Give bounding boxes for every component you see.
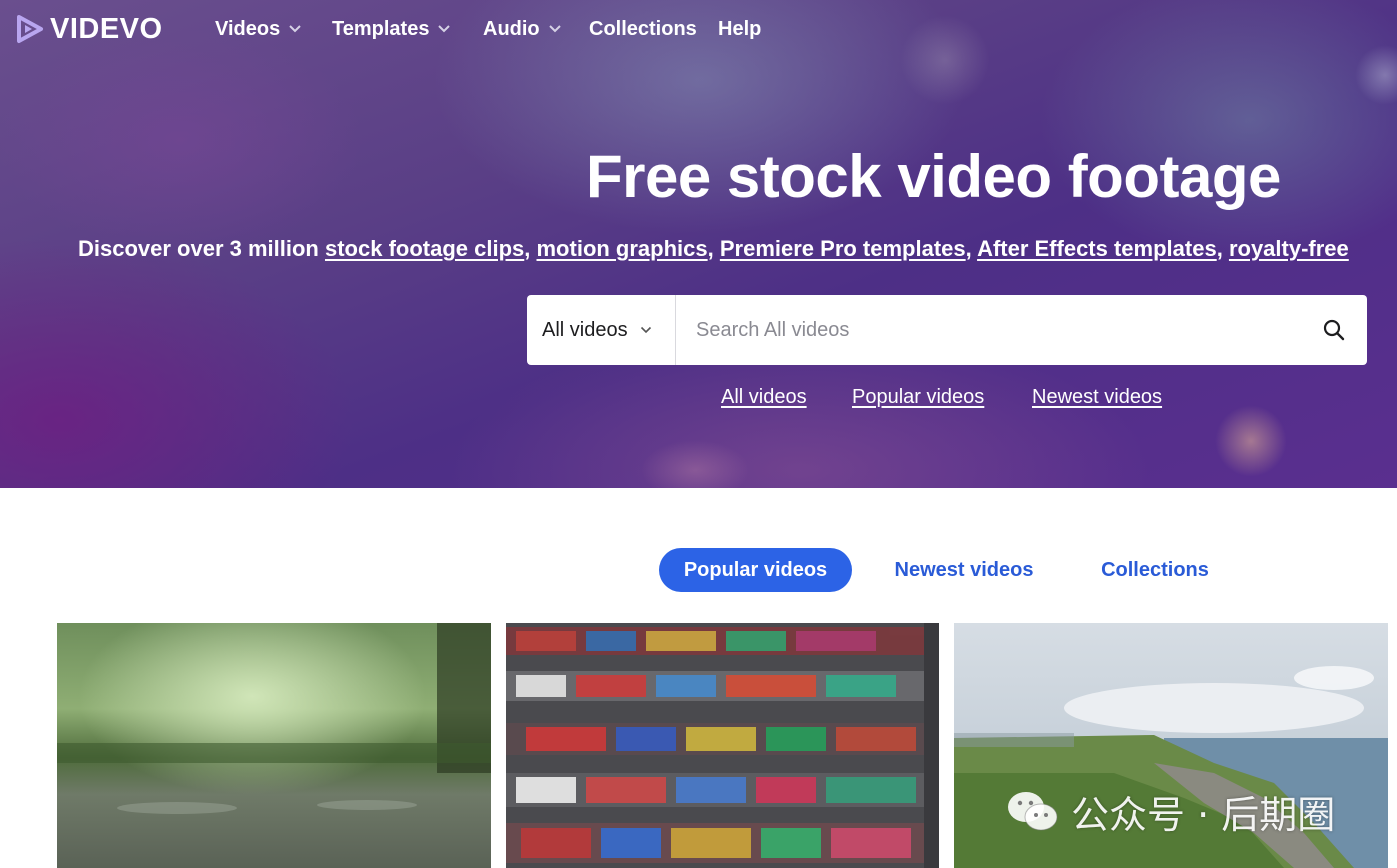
link-stock-footage-clips[interactable]: stock footage clips: [325, 236, 524, 261]
play-triangle-icon: [17, 15, 43, 43]
link-royalty-free[interactable]: royalty-free: [1229, 236, 1349, 261]
video-thumbnail: [506, 623, 939, 868]
chevron-down-icon: [289, 25, 301, 33]
video-card-shipping-containers[interactable]: [506, 623, 939, 868]
watermark: 公众号 · 后期圈: [1005, 786, 1336, 837]
nav-item-label: Help: [718, 17, 762, 40]
search-button[interactable]: [1301, 295, 1367, 365]
nav-item-templates[interactable]: Templates: [332, 16, 451, 42]
nav-item-videos[interactable]: Videos: [215, 16, 302, 42]
tab-newest-videos[interactable]: Newest videos: [878, 548, 1050, 592]
search-input[interactable]: [676, 297, 1301, 363]
top-nav: VIDEVO Videos Templates Audio Collection…: [0, 0, 1397, 58]
hero-banner: VIDEVO Videos Templates Audio Collection…: [0, 0, 1397, 488]
separator: ,: [1216, 236, 1229, 261]
bokeh-light: [640, 440, 750, 488]
subtitle-prefix: Discover over 3 million: [78, 236, 325, 261]
nav-item-audio[interactable]: Audio: [483, 16, 562, 42]
nav-item-label: Templates: [332, 17, 430, 40]
search-icon: [1323, 319, 1345, 341]
link-premiere-pro-templates[interactable]: Premiere Pro templates: [720, 236, 966, 261]
tab-collections[interactable]: Collections: [1088, 548, 1222, 592]
quick-link-popular-videos[interactable]: Popular videos: [852, 386, 984, 409]
tab-popular-videos[interactable]: Popular videos: [659, 548, 852, 592]
watermark-text: 公众号 · 后期圈: [1071, 792, 1336, 837]
hero-title: Free stock video footage: [586, 143, 1281, 210]
nav-item-collections[interactable]: Collections: [589, 16, 697, 42]
nav-item-label: Collections: [589, 17, 697, 40]
video-thumbnail: [57, 623, 491, 868]
chevron-down-icon: [438, 25, 451, 33]
quick-links: All videos Popular videos Newest videos: [0, 386, 1397, 416]
search-bar: All videos: [527, 295, 1367, 365]
video-card-rain-forest[interactable]: [57, 623, 491, 868]
quick-link-all-videos[interactable]: All videos: [721, 386, 807, 409]
hero-subtitle: Discover over 3 million stock footage cl…: [78, 235, 1397, 263]
quick-link-newest-videos[interactable]: Newest videos: [1032, 386, 1162, 409]
separator: ,: [524, 236, 537, 261]
search-category-label: All videos: [542, 318, 628, 341]
separator: ,: [965, 236, 978, 261]
chevron-down-icon: [640, 326, 651, 334]
wechat-icon: [1008, 792, 1058, 831]
link-after-effects-templates[interactable]: After Effects templates: [977, 236, 1217, 261]
nav-item-label: Audio: [483, 17, 540, 40]
chevron-down-icon: [548, 25, 561, 33]
logo-text: VIDEVO: [50, 12, 163, 45]
logo-link[interactable]: VIDEVO: [16, 13, 163, 45]
link-motion-graphics[interactable]: motion graphics: [537, 236, 708, 261]
nav-item-label: Videos: [215, 17, 281, 40]
search-category-select[interactable]: All videos: [527, 295, 676, 365]
nav-item-help[interactable]: Help: [718, 16, 761, 42]
separator: ,: [707, 236, 720, 261]
